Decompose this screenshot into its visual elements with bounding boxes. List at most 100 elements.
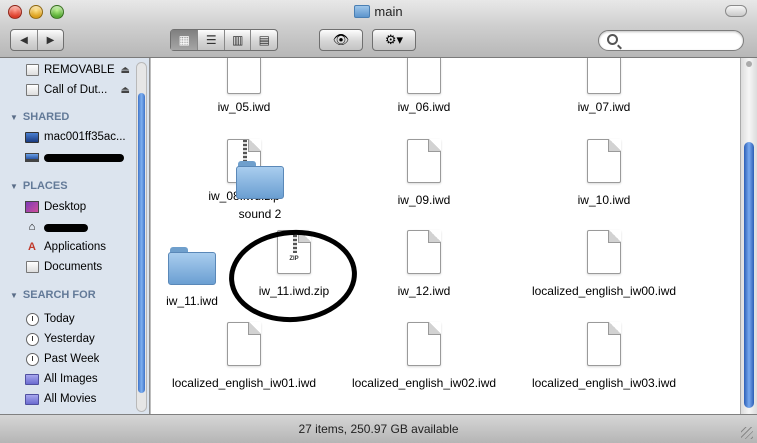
file-name: localized_english_iw03.iwd [531,376,677,390]
sidebar-item-label: Documents [44,261,103,273]
coverflow-view-button[interactable]: ▤ [250,30,277,50]
view-mode-group: ▦ ☰ ▥ ▤ [170,29,278,51]
document-icon [587,58,621,94]
action-menu-button[interactable]: ⚙▾ [372,29,416,51]
document-icon [227,322,261,366]
search-icon [607,34,618,45]
sidebar-item-home[interactable]: ⌂ [0,217,136,237]
back-arrow-icon: ◀ [20,34,28,46]
sidebar-item-label: Yesterday [44,333,95,345]
forward-button[interactable]: ▶ [36,30,63,50]
file-name: iw_10.iwd [577,193,631,207]
column-view-icon: ▥ [232,33,244,47]
documents-icon [25,261,39,273]
sidebar-item-label: Past Week [44,353,100,365]
sidebar-scrollbar[interactable] [136,62,147,412]
sidebar-item-shared-computer[interactable]: mac001ff35ac... [0,127,136,147]
document-icon [407,58,441,94]
file-name: iw_07.iwd [577,100,631,114]
laptop-icon [25,152,39,162]
sidebar-item-past-week[interactable]: Past Week [0,349,136,369]
smart-folder-icon [25,373,39,385]
file-name: iw_06.iwd [397,100,451,114]
sidebar-item-desktop[interactable]: Desktop [0,197,136,217]
sidebar-item-applications[interactable]: A Applications [0,237,136,257]
home-icon: ⌂ [28,221,36,233]
file-item[interactable]: iw_09.iwd [339,139,509,207]
file-item[interactable]: localized_english_iw00.iwd [519,230,689,298]
file-name: localized_english_iw01.iwd [171,376,317,390]
folder-icon[interactable] [236,161,284,199]
gear-icon: ⚙▾ [384,32,404,47]
clock-icon [25,332,39,346]
file-item[interactable]: iw_10.iwd [519,139,689,207]
folder-icon [354,5,371,18]
eject-icon[interactable]: ⏏ [121,85,130,96]
title-bar: main ◀ ▶ ▦ ☰ ▥ ▤ 👁 ⚙▾ [0,0,757,58]
sidebar-item-label: REMOVABLE [44,64,115,76]
file-item[interactable]: localized_english_iw03.iwd [519,322,689,390]
content-scroll-thumb[interactable] [744,142,754,408]
file-item[interactable]: iw_05.iwd [159,58,329,114]
sidebar-item-yesterday[interactable]: Yesterday [0,329,136,349]
icon-view-button[interactable]: ▦ [171,30,198,50]
icon-view-icon: ▦ [178,33,190,47]
sidebar-item-all-images[interactable]: All Images [0,369,136,389]
clock-icon [25,312,39,326]
document-icon [407,139,441,183]
sidebar-heading-shared[interactable]: ▼ SHARED [10,111,69,123]
disclosure-triangle-icon: ▼ [10,112,18,122]
document-icon [407,230,441,274]
file-item[interactable]: localized_english_iw01.iwd [159,322,329,390]
toolbar-toggle-button[interactable] [725,5,747,17]
coverflow-view-icon: ▤ [258,33,270,47]
eject-icon[interactable]: ⏏ [121,65,130,76]
document-icon [227,58,261,94]
file-name: iw_05.iwd [217,100,271,114]
search-field[interactable] [598,30,744,51]
file-item[interactable]: iw_07.iwd [519,58,689,114]
search-input[interactable] [623,33,735,48]
eye-icon: 👁 [332,32,350,47]
forward-arrow-icon: ▶ [46,34,55,46]
drive-icon [25,84,39,96]
sidebar-heading-search-for[interactable]: ▼ SEARCH FOR [10,289,96,301]
sidebar-item-all-movies[interactable]: All Movies [0,389,136,409]
sidebar-item-documents[interactable]: Documents [0,257,136,277]
document-icon [587,322,621,366]
folder-item-sound-2[interactable]: sound 2 [175,207,345,221]
sidebar-scroll-thumb[interactable] [138,93,145,393]
document-icon [587,230,621,274]
quick-look-button[interactable]: 👁 [319,29,363,51]
sidebar-item-shared-laptop[interactable] [0,147,136,167]
redaction-mark [44,153,124,162]
sidebar-item-label: All Movies [44,393,97,405]
smart-folder-icon [25,393,39,405]
sidebar-heading-label: SHARED [22,111,70,123]
sidebar-item-call-of-duty[interactable]: Call of Dut... ⏏ [0,80,136,100]
monitor-icon [25,131,39,143]
sidebar-item-removable[interactable]: REMOVABLE ⏏ [0,60,136,80]
list-view-button[interactable]: ☰ [197,30,224,50]
column-view-button[interactable]: ▥ [223,30,251,50]
status-bar: 27 items, 250.97 GB available [0,414,757,443]
content-scrollbar[interactable] [740,58,757,414]
list-view-icon: ☰ [205,33,217,47]
file-name: sound 2 [238,207,282,221]
file-icon-view[interactable]: iw_05.iwd iw_06.iwd iw_07.iwd iw_08.iwd.… [151,58,740,414]
sidebar-item-today[interactable]: Today [0,309,136,329]
file-name: localized_english_iw00.iwd [531,284,677,298]
sidebar-heading-places[interactable]: ▼ PLACES [10,180,68,192]
file-item[interactable]: iw_06.iwd [339,58,509,114]
sidebar-heading-label: SEARCH FOR [22,289,96,301]
sidebar-item-label: Desktop [44,201,87,213]
zip-archive-icon: ZIP [277,230,311,274]
back-button[interactable]: ◀ [11,30,37,50]
sidebar-item-label: All Images [44,373,98,385]
redaction-mark [44,223,88,232]
back-forward-group: ◀ ▶ [10,29,64,51]
file-item[interactable]: localized_english_iw02.iwd [339,322,509,390]
resize-grip-icon[interactable] [741,427,753,439]
file-name: localized_english_iw02.iwd [351,376,497,390]
file-item[interactable]: iw_12.iwd [339,230,509,298]
